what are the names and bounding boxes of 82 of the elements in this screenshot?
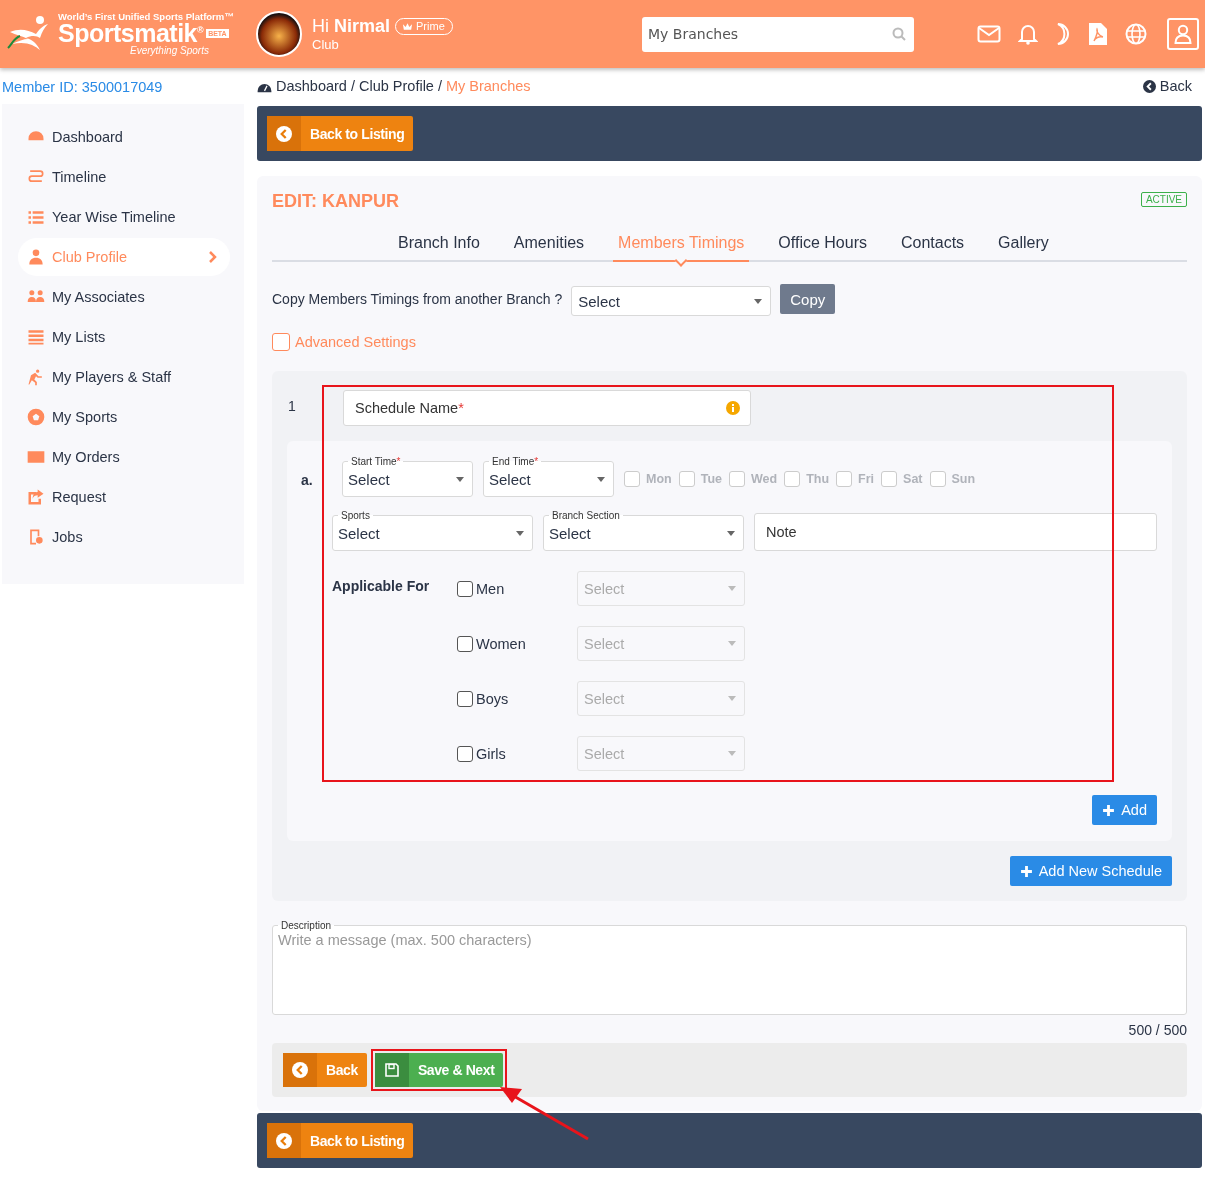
sidebar-item[interactable]: Request (18, 478, 230, 516)
day-label: Sun (951, 472, 976, 486)
sports-select[interactable]: Sports Select (332, 510, 533, 551)
applicable-option-label: Girls (476, 745, 506, 762)
sidebar-item[interactable]: Year Wise Timeline (18, 198, 230, 236)
breadcrumb-separator: / (437, 78, 442, 94)
branch-select[interactable]: Select (571, 286, 772, 316)
end-time-select[interactable]: End Time* Select (483, 456, 614, 497)
crown-icon (402, 21, 414, 31)
day-label: Fri (858, 472, 875, 486)
plus-icon (1019, 864, 1033, 878)
back-link[interactable]: Back (1142, 78, 1192, 94)
chevron-right-icon (208, 250, 218, 264)
applicable-option-label: Boys (476, 690, 509, 707)
button-label: Back to Listing (309, 1132, 406, 1149)
info-icon (726, 401, 740, 415)
slot-letter: a. (301, 471, 314, 488)
globe-icon[interactable] (1125, 23, 1147, 45)
copy-label: Copy Members Timings from another Branch ? (272, 291, 563, 307)
description-field[interactable]: Description Write a message (max. 500 characters) (272, 920, 1187, 1015)
greeting-text: Hi Nirmal (312, 16, 391, 37)
tab[interactable]: Contacts (883, 232, 982, 260)
back-circle-icon (276, 125, 292, 142)
sidebar-item[interactable]: Timeline (18, 158, 230, 196)
day-label: Sat (903, 472, 923, 486)
user-role: Club (312, 37, 340, 52)
bell-icon[interactable] (1018, 23, 1038, 45)
button-label: Back (325, 1062, 359, 1078)
tab[interactable]: Amenities (496, 232, 602, 260)
brand-name: Sportsmatik$^{®}$ (58, 21, 204, 47)
advanced-settings-checkbox[interactable] (272, 333, 290, 351)
tab[interactable]: Gallery (981, 232, 1066, 260)
note-field[interactable]: Note (754, 513, 1157, 551)
tab[interactable]: Office Hours (761, 232, 884, 260)
schedule-number: 1 (287, 398, 297, 414)
user-profile-button[interactable] (1167, 18, 1199, 50)
add-button[interactable]: Add (1092, 795, 1157, 825)
pdf-file-icon[interactable] (1088, 22, 1108, 46)
start-time-select[interactable]: Start Time* Select (342, 456, 473, 497)
mail-icon[interactable] (977, 25, 1001, 43)
sidebar-item[interactable]: My Lists (18, 318, 230, 356)
sidebar-item[interactable]: My Sports (18, 398, 230, 436)
share-icon (26, 487, 46, 507)
sidebar-item[interactable]: My Players & Staff (18, 358, 230, 396)
back-circle-icon (276, 1132, 292, 1149)
breadcrumb-link[interactable]: Dashboard (276, 78, 347, 94)
copy-button[interactable]: Copy (780, 284, 836, 314)
day-label: Mon (646, 472, 672, 486)
sidebar-item[interactable]: My Orders (18, 438, 230, 476)
breadcrumb-link[interactable]: Club Profile (358, 78, 434, 94)
sidebar-item[interactable]: Jobs (18, 518, 230, 556)
applicable-option-label: Men (476, 580, 505, 597)
logo-subtitle: Everything Sports (130, 46, 210, 57)
moon-icon[interactable] (1055, 22, 1071, 46)
list-icon (26, 327, 46, 347)
card-title: EDIT: KANPUR (272, 190, 399, 212)
branch-section-select[interactable]: Branch Section Select (543, 510, 744, 551)
plus-icon (1102, 803, 1116, 817)
search-field[interactable]: My Branches (642, 16, 914, 52)
button-label: Save & Next (416, 1062, 496, 1078)
breadcrumb-separator: / (350, 78, 355, 94)
tab[interactable]: Branch Info (381, 232, 497, 260)
day-label: Thu (806, 472, 830, 486)
back-circle-icon (292, 1062, 308, 1078)
member-id: Member ID: 3500017049 (2, 78, 164, 97)
button-label: Back to Listing (309, 125, 406, 142)
status-badge: ACTIVE (1140, 191, 1187, 207)
back-circle-icon (1142, 79, 1156, 93)
user-icon (26, 247, 46, 267)
sidebar-item[interactable]: My Associates (18, 278, 230, 316)
search-icon (892, 27, 906, 41)
logo-tagline: World’s First Unified Sports Platform™ (58, 11, 234, 22)
sidebar-item[interactable]: Dashboard (18, 118, 230, 156)
schedule-name-field[interactable]: Schedule Name* (343, 390, 751, 426)
applicable-for-label: Applicable For (332, 578, 431, 596)
day-label: Tue (700, 472, 722, 486)
add-new-schedule-button[interactable]: Add New Schedule (1009, 856, 1172, 886)
character-counter: 500 / 500 (1127, 1022, 1187, 1038)
day-label: Wed (751, 472, 778, 486)
user-icon (1174, 24, 1192, 44)
avatar-photo-placeholder (256, 11, 302, 57)
applicable-option-label: Women (476, 635, 526, 652)
